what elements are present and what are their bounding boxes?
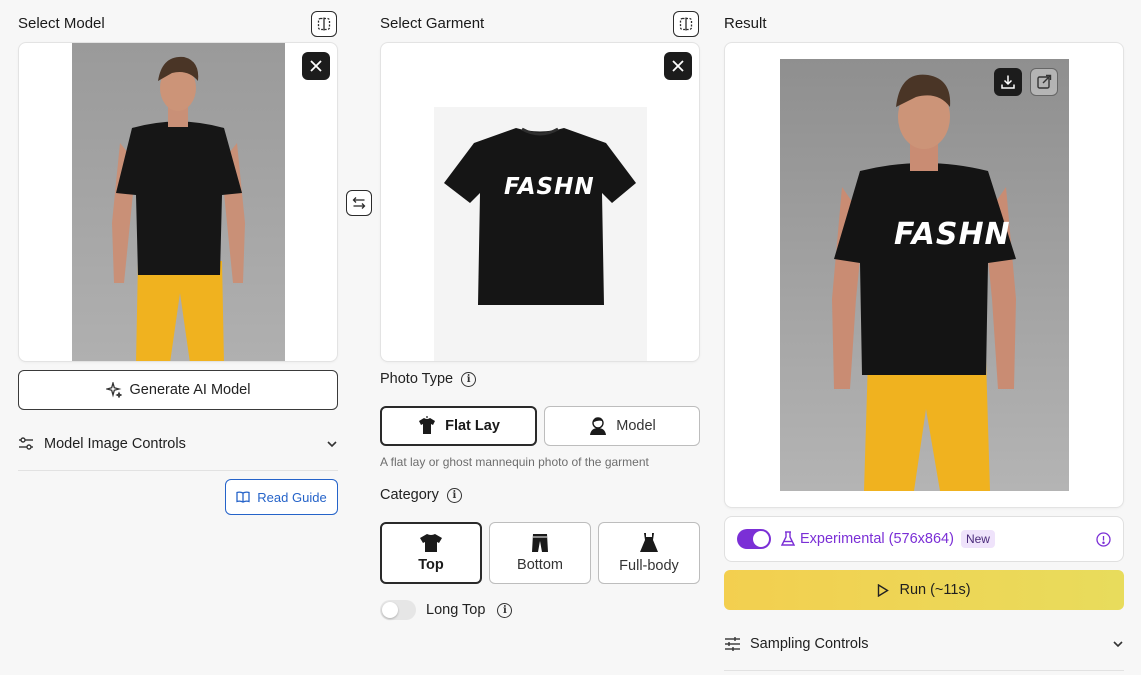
person-icon (590, 417, 607, 435)
experimental-row: Experimental (576x864) New (724, 516, 1124, 562)
garment-image-card[interactable]: FASHN (380, 42, 700, 362)
open-external-button[interactable] (1030, 68, 1058, 96)
model-photo (72, 43, 285, 361)
model-image-controls-toggle[interactable]: Model Image Controls (18, 433, 338, 455)
shirt-icon (419, 416, 436, 434)
run-button[interactable]: Run (~11s) (724, 570, 1124, 610)
generate-ai-model-label: Generate AI Model (129, 382, 251, 398)
read-guide-button[interactable]: Read Guide (225, 479, 338, 515)
photo-type-flat-lay[interactable]: Flat Lay (380, 406, 537, 446)
photo-type-hint: A flat lay or ghost mannequin photo of t… (380, 455, 649, 469)
sliders-icon (725, 637, 740, 651)
flat-lay-label: Flat Lay (445, 418, 500, 434)
long-top-label: Long Top (426, 602, 486, 618)
model-image-controls-label: Model Image Controls (44, 436, 186, 452)
model-controls-divider (18, 470, 338, 471)
close-icon (310, 60, 322, 72)
category-full-body[interactable]: Full-body (598, 522, 700, 584)
model-image-card[interactable] (18, 42, 338, 362)
run-label: Run (~11s) (899, 582, 971, 598)
model-type-label: Model (616, 418, 656, 434)
new-badge: New (960, 530, 995, 548)
sampling-controls-toggle[interactable]: Sampling Controls (724, 633, 1124, 655)
swap-button[interactable] (346, 190, 372, 216)
info-icon[interactable]: i (461, 371, 477, 387)
compare-icon (679, 17, 693, 31)
flask-icon (781, 531, 795, 546)
sliders-icon (19, 437, 33, 450)
photo-type-model[interactable]: Model (544, 406, 700, 446)
photo-type-heading: Photo Type i (380, 371, 477, 387)
garment-column-title: Select Garment (380, 15, 485, 32)
model-column-title: Select Model (18, 15, 105, 32)
result-column-title: Result (724, 15, 767, 32)
garment-photo: FASHN (434, 43, 647, 361)
close-icon (672, 60, 684, 72)
read-guide-label: Read Guide (257, 489, 327, 505)
experimental-label: Experimental (576x864) (800, 531, 954, 547)
category-bottom-label: Bottom (517, 557, 563, 573)
compare-icon (317, 17, 331, 31)
pants-icon (532, 534, 548, 552)
external-link-icon (1037, 74, 1052, 89)
sampling-controls-label: Sampling Controls (750, 636, 869, 652)
download-icon (1001, 75, 1015, 89)
generate-ai-model-button[interactable]: Generate AI Model (18, 370, 338, 410)
long-top-toggle[interactable] (380, 600, 416, 620)
result-photo: FASHN (780, 59, 1069, 491)
download-button[interactable] (994, 68, 1022, 96)
play-icon (878, 583, 890, 597)
category-top-label: Top (418, 557, 444, 573)
experimental-toggle[interactable] (737, 529, 771, 549)
photo-type-label: Photo Type (380, 371, 454, 387)
category-label: Category (380, 487, 439, 503)
chevron-down-icon (327, 441, 337, 448)
info-icon[interactable]: i (497, 602, 513, 618)
info-icon[interactable]: i (446, 487, 462, 503)
garment-print-text: FASHN (504, 174, 595, 200)
category-bottom[interactable]: Bottom (489, 522, 591, 584)
long-top-row: Long Top i (380, 600, 513, 620)
info-icon[interactable] (1096, 531, 1111, 547)
sparkle-icon (105, 382, 122, 398)
shirt-icon (420, 534, 442, 552)
remove-model-button[interactable] (302, 52, 330, 80)
swap-icon (352, 197, 366, 209)
result-shirt-print: FASHN (894, 217, 1011, 252)
book-icon (236, 491, 250, 503)
model-compare-button[interactable] (311, 11, 337, 37)
category-top[interactable]: Top (380, 522, 482, 584)
sampling-divider (724, 670, 1124, 671)
chevron-down-icon (1113, 641, 1123, 648)
dress-icon (640, 533, 658, 552)
result-image-card: FASHN (724, 42, 1124, 508)
category-full-body-label: Full-body (619, 558, 679, 574)
remove-garment-button[interactable] (664, 52, 692, 80)
garment-compare-button[interactable] (673, 11, 699, 37)
category-heading: Category i (380, 487, 462, 503)
